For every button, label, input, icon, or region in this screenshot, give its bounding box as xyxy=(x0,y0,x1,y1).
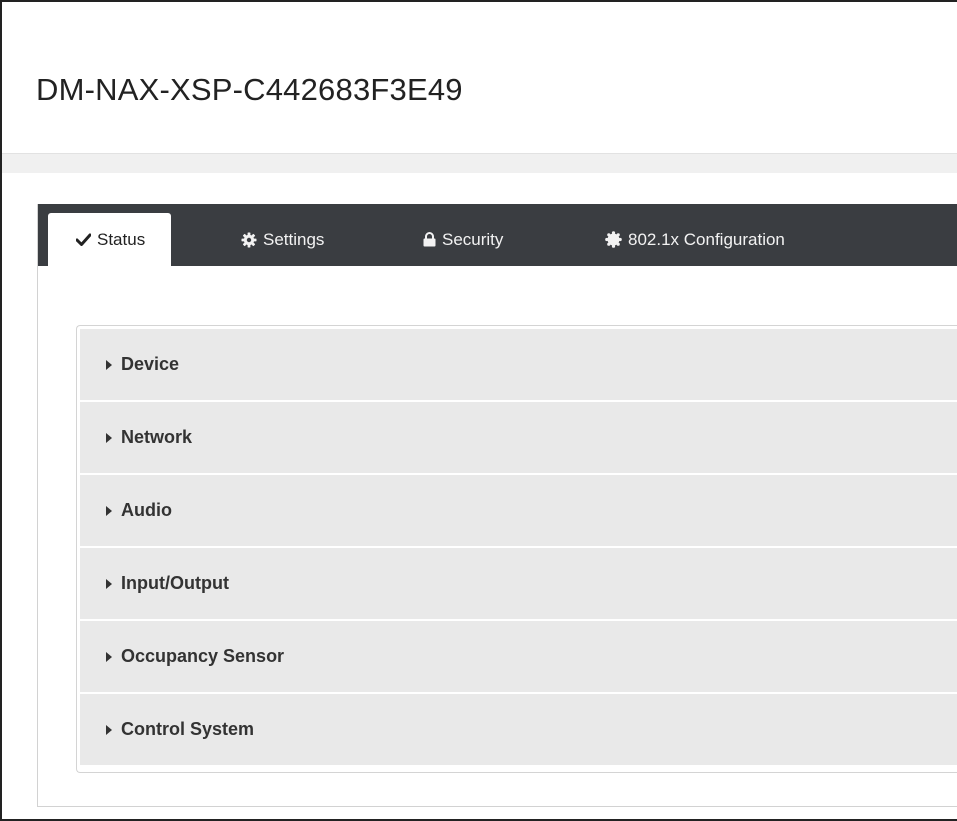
accordion-section-label: Audio xyxy=(121,500,172,520)
tab-status[interactable]: Status xyxy=(48,213,172,266)
check-icon xyxy=(76,233,91,246)
accordion-section-control-system[interactable]: Control System xyxy=(80,694,957,765)
tab-settings[interactable]: Settings xyxy=(241,213,324,266)
caret-right-icon xyxy=(106,505,112,516)
status-accordion: Device Network Audio Input/Output Occupa… xyxy=(76,325,957,773)
device-name-title: DM-NAX-XSP-C442683F3E49 xyxy=(36,72,463,107)
tab-security-label: Security xyxy=(442,229,504,249)
badge-icon xyxy=(605,231,622,248)
accordion-section-network[interactable]: Network xyxy=(80,402,957,473)
accordion-section-label: Network xyxy=(121,427,193,447)
caret-right-icon xyxy=(106,578,112,589)
accordion-section-audio[interactable]: Audio xyxy=(80,475,957,546)
accordion-section-input-output[interactable]: Input/Output xyxy=(80,548,957,619)
caret-right-icon xyxy=(106,359,112,370)
accordion-section-device[interactable]: Device xyxy=(80,329,957,400)
caret-right-icon xyxy=(106,432,112,443)
tab-status-label: Status xyxy=(97,229,146,249)
tab-8021x-configuration-label: 802.1x Configuration xyxy=(628,229,785,249)
tab-8021x-configuration[interactable]: 802.1x Configuration xyxy=(605,213,785,266)
main-panel: Status Settings Security 802.1x Configur… xyxy=(37,204,957,807)
accordion-section-label: Device xyxy=(121,354,180,374)
caret-right-icon xyxy=(106,651,112,662)
accordion-section-label: Input/Output xyxy=(121,573,229,593)
accordion-section-label: Control System xyxy=(121,719,255,739)
accordion-section-occupancy-sensor[interactable]: Occupancy Sensor xyxy=(80,621,957,692)
tab-bar: Status Settings Security 802.1x Configur… xyxy=(38,204,957,266)
gear-icon xyxy=(241,232,257,248)
tab-security[interactable]: Security xyxy=(423,213,503,266)
lock-icon xyxy=(423,232,436,247)
page-header: DM-NAX-XSP-C442683F3E49 xyxy=(2,2,957,154)
tab-settings-label: Settings xyxy=(263,229,325,249)
header-divider xyxy=(2,153,957,173)
accordion-section-label: Occupancy Sensor xyxy=(121,646,285,666)
caret-right-icon xyxy=(106,724,112,735)
